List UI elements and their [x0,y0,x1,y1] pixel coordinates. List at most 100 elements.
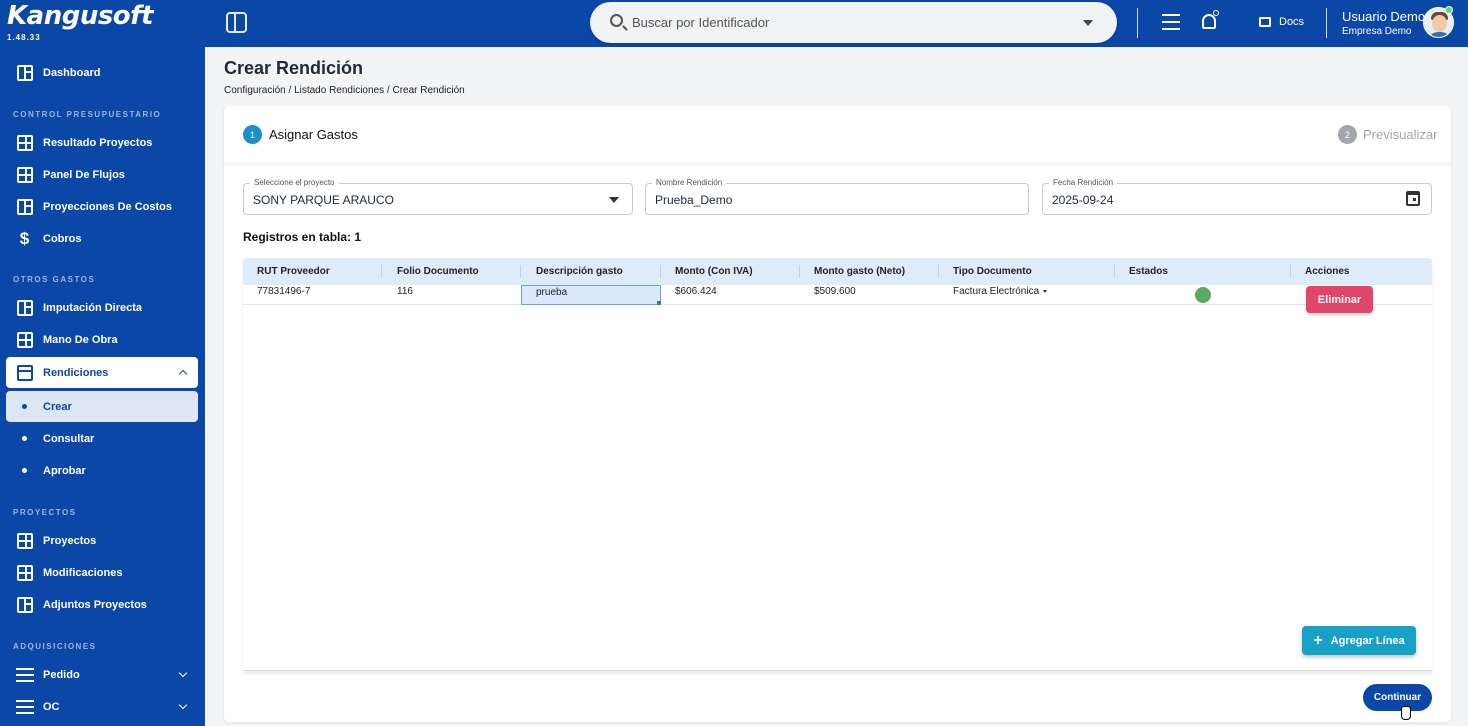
name-field[interactable]: Nombre Rendición Prueba_Demo [645,178,1029,215]
delete-button[interactable]: Eliminar [1306,286,1373,313]
sidebar-toggle-icon[interactable] [226,12,247,33]
sidebar-item-proyectos[interactable]: Proyectos [6,525,198,556]
cell-tipo-text: Factura Electrónica [953,286,1040,297]
chevron-down-icon[interactable] [178,668,188,678]
sidebar-item-label: Aprobar [43,464,86,477]
column-separator[interactable] [938,265,939,278]
cell-descripcion-editing[interactable]: prueba [521,285,661,305]
workers-icon [16,331,33,348]
column-separator[interactable] [1114,265,1115,278]
field-value: 2025-09-24 [1052,193,1114,207]
sidebar-item-pedido[interactable]: Pedido [6,659,198,690]
sidebar-item-rendiciones[interactable]: Rendiciones [6,357,198,388]
column-header[interactable]: Descripción gasto [536,266,623,277]
continue-button[interactable]: Continuar [1363,684,1432,711]
chevron-down-icon[interactable] [609,197,619,203]
money-icon [16,198,33,215]
table-row[interactable]: 77831496-7 116 prueba $606.424 $509.600 … [243,285,1432,313]
table-header: RUT Proveedor Folio Documento Descripció… [243,258,1432,285]
date-field[interactable]: Fecha Rendición 2025-09-24 [1042,178,1432,215]
sidebar-item-adjuntos-proyectos[interactable]: Adjuntos Proyectos [6,589,198,620]
project-select[interactable]: Seleccione el proyecto SONY PARQUE ARAUC… [243,178,633,215]
sidebar-item-label: Proyectos [43,534,97,547]
sidebar-item-label: Resultado Proyectos [43,136,153,149]
fill-handle[interactable] [657,301,661,305]
archive-icon [16,596,33,613]
sidebar-item-resultado-proyectos[interactable]: Resultado Proyectos [6,127,198,158]
section-title: OTROS GASTOS [13,275,96,284]
sidebar-item-panel-flujos[interactable]: Panel De Flujos [6,159,198,190]
sidebar-item-label: Crear [43,400,72,413]
column-header[interactable]: Acciones [1305,266,1349,277]
sidebar-item-mano-obra[interactable]: Mano De Obra [6,324,198,355]
search-bar[interactable]: Buscar por Identificador [590,2,1117,43]
bullet-icon [22,436,27,441]
data-table: RUT Proveedor Folio Documento Descripció… [243,258,1432,671]
cell-tipo-documento[interactable]: Factura Electrónica [953,286,1048,297]
step-label[interactable]: Previsualizar [1363,127,1437,142]
step-label[interactable]: Asignar Gastos [269,127,358,142]
breadcrumb-separator: / [288,85,292,96]
add-line-button[interactable]: + Agregar Línea [1302,626,1416,655]
cash-register-icon [16,299,33,316]
calculator-icon [16,532,33,549]
column-separator[interactable] [381,265,382,278]
calendar-icon[interactable] [1406,191,1420,206]
chevron-down-icon[interactable] [178,700,188,710]
sidebar-subitem-consultar[interactable]: Consultar [6,423,198,454]
sidebar-item-label: Consultar [43,432,95,445]
column-separator[interactable] [1290,265,1291,278]
field-label: Seleccione el proyecto [250,178,339,187]
sidebar-item-cobros[interactable]: $ Cobros [6,223,198,254]
cell-descripcion[interactable]: prueba [536,287,567,298]
docs-link[interactable]: Docs [1279,16,1304,28]
breadcrumb-item[interactable]: Listado Rendiciones [294,85,384,96]
search-placeholder: Buscar por Identificador [632,15,770,30]
sidebar-subitem-crear[interactable]: Crear [6,391,198,422]
sidebar-item-oc[interactable]: OC [6,691,198,722]
plus-icon: + [1313,631,1323,649]
dashboard-icon [16,64,33,81]
column-header[interactable]: Folio Documento [397,266,479,277]
chevron-down-icon[interactable] [1083,20,1093,26]
bullet-icon [22,468,27,473]
column-separator[interactable] [660,265,661,278]
search-icon [610,14,623,27]
column-separator[interactable] [520,265,521,278]
user-name[interactable]: Usuario Demo [1342,9,1425,24]
dropdown-icon[interactable] [1043,289,1048,293]
logo-area[interactable]: Kangusoft 1.48.33 [0,0,205,47]
dollar-icon: $ [19,228,30,248]
calculator-icon [16,134,33,151]
logo: Kangusoft [7,1,153,31]
sidebar-item-dashboard[interactable]: Dashboard [6,57,198,88]
book-icon[interactable] [1259,17,1271,27]
divider [1326,8,1327,38]
user-company: Empresa Demo [1342,26,1412,37]
pointer-cursor-icon [1401,706,1411,720]
status-indicator [1195,287,1211,303]
column-header[interactable]: Tipo Documento [953,266,1032,277]
calendar-calc-icon [16,166,33,183]
sidebar-item-imputacion-directa[interactable]: Imputación Directa [6,292,198,323]
breadcrumb-item[interactable]: Configuración [224,85,286,96]
cell-rut[interactable]: 77831496-7 [257,286,310,297]
cell-monto-iva[interactable]: $606.424 [675,286,717,297]
column-separator[interactable] [799,265,800,278]
column-header[interactable]: Estados [1129,266,1168,277]
bell-icon[interactable] [1202,14,1216,29]
menu-icon[interactable] [1162,14,1180,30]
chevron-up-icon[interactable] [178,369,188,379]
cell-folio[interactable]: 116 [397,286,413,297]
column-header[interactable]: Monto (Con IVA) [675,266,753,277]
sidebar-item-modificaciones[interactable]: Modificaciones [6,557,198,588]
sidebar-item-label: Imputación Directa [43,301,143,314]
notification-dot [1213,10,1219,16]
cell-monto-neto[interactable]: $509.600 [814,286,856,297]
sidebar-subitem-aprobar[interactable]: Aprobar [6,455,198,486]
column-header[interactable]: RUT Proveedor [257,266,330,277]
sidebar-item-proyecciones-costos[interactable]: Proyecciones De Costos [6,191,198,222]
column-header[interactable]: Monto gasto (Neto) [814,266,905,277]
breadcrumb-separator: / [386,85,390,96]
step-number: 1 [243,125,262,144]
